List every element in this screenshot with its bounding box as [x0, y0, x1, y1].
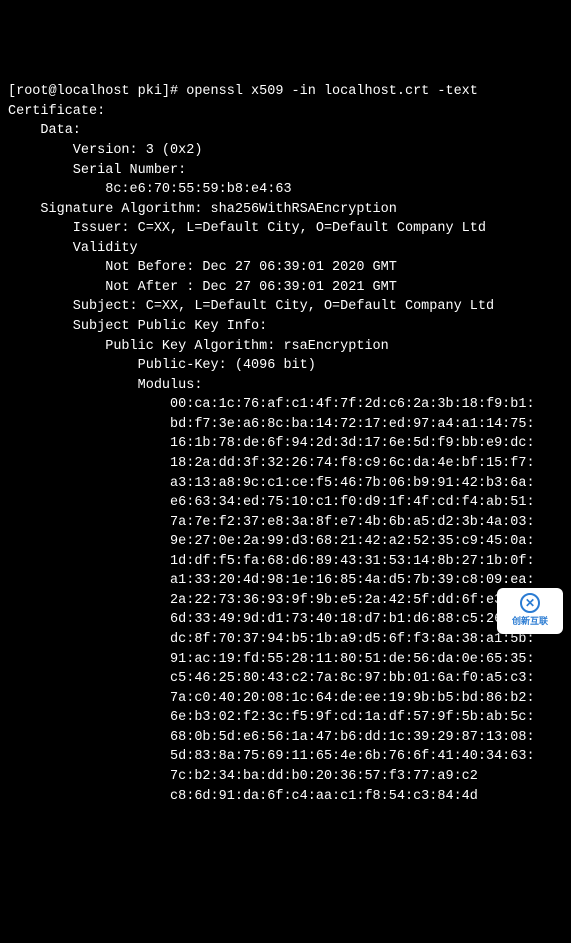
output-line: 91:ac:19:fd:55:28:11:80:51:de:56:da:0e:6…	[8, 652, 535, 667]
output-line: 7a:c0:40:20:08:1c:64:de:ee:19:9b:b5:bd:8…	[8, 691, 535, 706]
output-line: Signature Algorithm: sha256WithRSAEncryp…	[8, 202, 397, 217]
output-line: 6d:33:49:9d:d1:73:40:18:d7:b1:d6:88:c5:2…	[8, 612, 535, 627]
output-line: a3:13:a8:9c:c1:ce:f5:46:7b:06:b9:91:42:b…	[8, 476, 535, 491]
watermark-icon: ✕	[520, 593, 540, 613]
output-line: Version: 3 (0x2)	[8, 143, 202, 158]
output-line: Subject Public Key Info:	[8, 319, 267, 334]
output-line: bd:f7:3e:a6:8c:ba:14:72:17:ed:97:a4:a1:1…	[8, 417, 535, 432]
output-line: Validity	[8, 241, 138, 256]
output-line: Serial Number:	[8, 163, 186, 178]
output-line: 00:ca:1c:76:af:c1:4f:7f:2d:c6:2a:3b:18:f…	[8, 397, 535, 412]
output-line: 5d:83:8a:75:69:11:65:4e:6b:76:6f:41:40:3…	[8, 749, 535, 764]
terminal-output: [root@localhost pki]# openssl x509 -in l…	[8, 82, 563, 806]
output-line: 1d:df:f5:fa:68:d6:89:43:31:53:14:8b:27:1…	[8, 554, 535, 569]
output-line: Issuer: C=XX, L=Default City, O=Default …	[8, 221, 486, 236]
output-line: 8c:e6:70:55:59:b8:e4:63	[8, 182, 292, 197]
output-line: Data:	[8, 123, 81, 138]
output-line: Modulus:	[8, 378, 202, 393]
output-line: 68:0b:5d:e6:56:1a:47:b6:dd:1c:39:29:87:1…	[8, 730, 535, 745]
output-line: c8:6d:91:da:6f:c4:aa:c1:f8:54:c3:84:4d	[8, 789, 478, 804]
output-line: Certificate:	[8, 104, 105, 119]
output-line: 18:2a:dd:3f:32:26:74:f8:c9:6c:da:4e:bf:1…	[8, 456, 535, 471]
output-line: dc:8f:70:37:94:b5:1b:a9:d5:6f:f3:8a:38:a…	[8, 632, 535, 647]
output-line: Public-Key: (4096 bit)	[8, 358, 316, 373]
output-line: 16:1b:78:de:6f:94:2d:3d:17:6e:5d:f9:bb:e…	[8, 436, 535, 451]
output-line: Not Before: Dec 27 06:39:01 2020 GMT	[8, 260, 397, 275]
output-line: 7a:7e:f2:37:e8:3a:8f:e7:4b:6b:a5:d2:3b:4…	[8, 515, 535, 530]
output-line: Subject: C=XX, L=Default City, O=Default…	[8, 299, 494, 314]
watermark-text: 创新互联	[512, 615, 548, 628]
output-line: e6:63:34:ed:75:10:c1:f0:d9:1f:4f:cd:f4:a…	[8, 495, 535, 510]
output-line: 2a:22:73:36:93:9f:9b:e5:2a:42:5f:dd:6f:e…	[8, 593, 535, 608]
output-line: c5:46:25:80:43:c2:7a:8c:97:bb:01:6a:f0:a…	[8, 671, 535, 686]
command-text: openssl x509 -in localhost.crt -text	[186, 84, 478, 99]
output-line: 9e:27:0e:2a:99:d3:68:21:42:a2:52:35:c9:4…	[8, 534, 535, 549]
output-line: Not After : Dec 27 06:39:01 2021 GMT	[8, 280, 397, 295]
output-line: a1:33:20:4d:98:1e:16:85:4a:d5:7b:39:c8:0…	[8, 573, 535, 588]
shell-prompt: [root@localhost pki]#	[8, 84, 186, 99]
output-line: 7c:b2:34:ba:dd:b0:20:36:57:f3:77:a9:c2	[8, 769, 478, 784]
output-line: 6e:b3:02:f2:3c:f5:9f:cd:1a:df:57:9f:5b:a…	[8, 710, 535, 725]
output-line: Public Key Algorithm: rsaEncryption	[8, 339, 389, 354]
watermark-badge: ✕ 创新互联	[497, 588, 563, 634]
